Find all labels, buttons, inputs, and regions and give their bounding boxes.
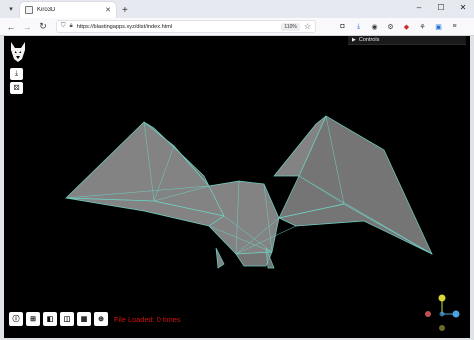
extension-blue-icon[interactable]: ▣ xyxy=(432,20,445,33)
open-file-icon[interactable]: ⤓ xyxy=(10,68,23,80)
axis-neg-y-dot xyxy=(439,325,445,331)
forward-arrow-icon[interactable]: → xyxy=(20,20,34,34)
controls-panel-header[interactable]: ▶ Controls xyxy=(348,36,466,45)
toolbar-extensions: ◘ ⤓ ◉ ⚙ ◆ ⚘ ▣ ≡ xyxy=(336,20,461,33)
maximize-button[interactable]: ☐ xyxy=(430,0,452,14)
mesh-geometry xyxy=(65,115,433,269)
viewer-canvas[interactable]: ▶ Controls ⤓ ⚄ ⓘ ⊞ ◧ ◫ ▦ ⊕ File Loaded: … xyxy=(4,36,470,338)
account-icon[interactable]: ◉ xyxy=(368,20,381,33)
tab-close-icon[interactable]: ✕ xyxy=(105,6,111,14)
axis-gizmo[interactable] xyxy=(422,292,462,332)
file-loaded-status: File Loaded: 0 times xyxy=(114,314,181,324)
tab-title: Kiro3D xyxy=(37,7,56,13)
info-icon[interactable]: ⓘ xyxy=(9,312,23,326)
split-view-icon[interactable]: ◫ xyxy=(60,312,74,326)
dice-icon[interactable]: ⚄ xyxy=(10,82,23,94)
bottom-toolbar: ⓘ ⊞ ◧ ◫ ▦ ⊕ File Loaded: 0 times xyxy=(9,312,181,326)
back-arrow-icon[interactable]: ← xyxy=(4,20,18,34)
minimize-button[interactable]: – xyxy=(408,0,430,14)
puzzle-icon[interactable]: ⚘ xyxy=(416,20,429,33)
globe-icon[interactable]: ⊕ xyxy=(94,312,108,326)
tab-favicon-icon xyxy=(25,6,33,14)
reload-icon[interactable]: ↻ xyxy=(36,20,50,34)
window-controls: – ☐ ✕ xyxy=(408,0,474,14)
pocket-icon[interactable]: ◘ xyxy=(336,20,349,33)
lock-icon[interactable]: 🔒︎ xyxy=(70,23,73,30)
axis-y-dot xyxy=(438,294,446,302)
browser-tab-strip: ▾ Kiro3D ✕ + – ☐ ✕ xyxy=(0,0,474,18)
new-tab-button[interactable]: + xyxy=(122,5,128,16)
camera-icon[interactable]: ◧ xyxy=(43,312,57,326)
zoom-level-badge[interactable]: 110% xyxy=(281,22,300,31)
grid-icon[interactable]: ▦ xyxy=(77,312,91,326)
wireframe-toggle-icon[interactable]: ⊞ xyxy=(26,312,40,326)
extension-icon[interactable]: ⚙ xyxy=(384,20,397,33)
menu-icon[interactable]: ≡ xyxy=(448,20,461,33)
controls-label: Controls xyxy=(358,37,380,43)
browser-tab[interactable]: Kiro3D ✕ xyxy=(20,2,116,18)
bat-mesh-model xyxy=(65,115,433,269)
tab-list-icon[interactable]: ▾ xyxy=(4,2,18,16)
address-bar[interactable]: ⛉ 🔒︎ https://blastingapps.xyz/dist/index… xyxy=(56,20,316,33)
bookmark-star-icon[interactable]: ☆ xyxy=(304,22,311,31)
wolf-logo-icon xyxy=(11,42,25,62)
mesh-face xyxy=(278,115,433,255)
axis-origin-dot xyxy=(439,311,445,317)
url-text[interactable]: https://blastingapps.xyz/dist/index.html xyxy=(77,24,278,30)
extension-shield-icon[interactable]: ◆ xyxy=(400,20,413,33)
axis-z-dot xyxy=(452,310,460,318)
chevron-right-icon: ▶ xyxy=(352,37,356,43)
browser-toolbar: ← → ↻ ⛉ 🔒︎ https://blastingapps.xyz/dist… xyxy=(0,18,474,36)
close-window-button[interactable]: ✕ xyxy=(452,0,474,14)
axis-x-dot xyxy=(425,311,431,317)
shield-icon[interactable]: ⛉ xyxy=(61,23,66,30)
mesh-face xyxy=(215,247,225,269)
download-icon[interactable]: ⤓ xyxy=(352,20,365,33)
